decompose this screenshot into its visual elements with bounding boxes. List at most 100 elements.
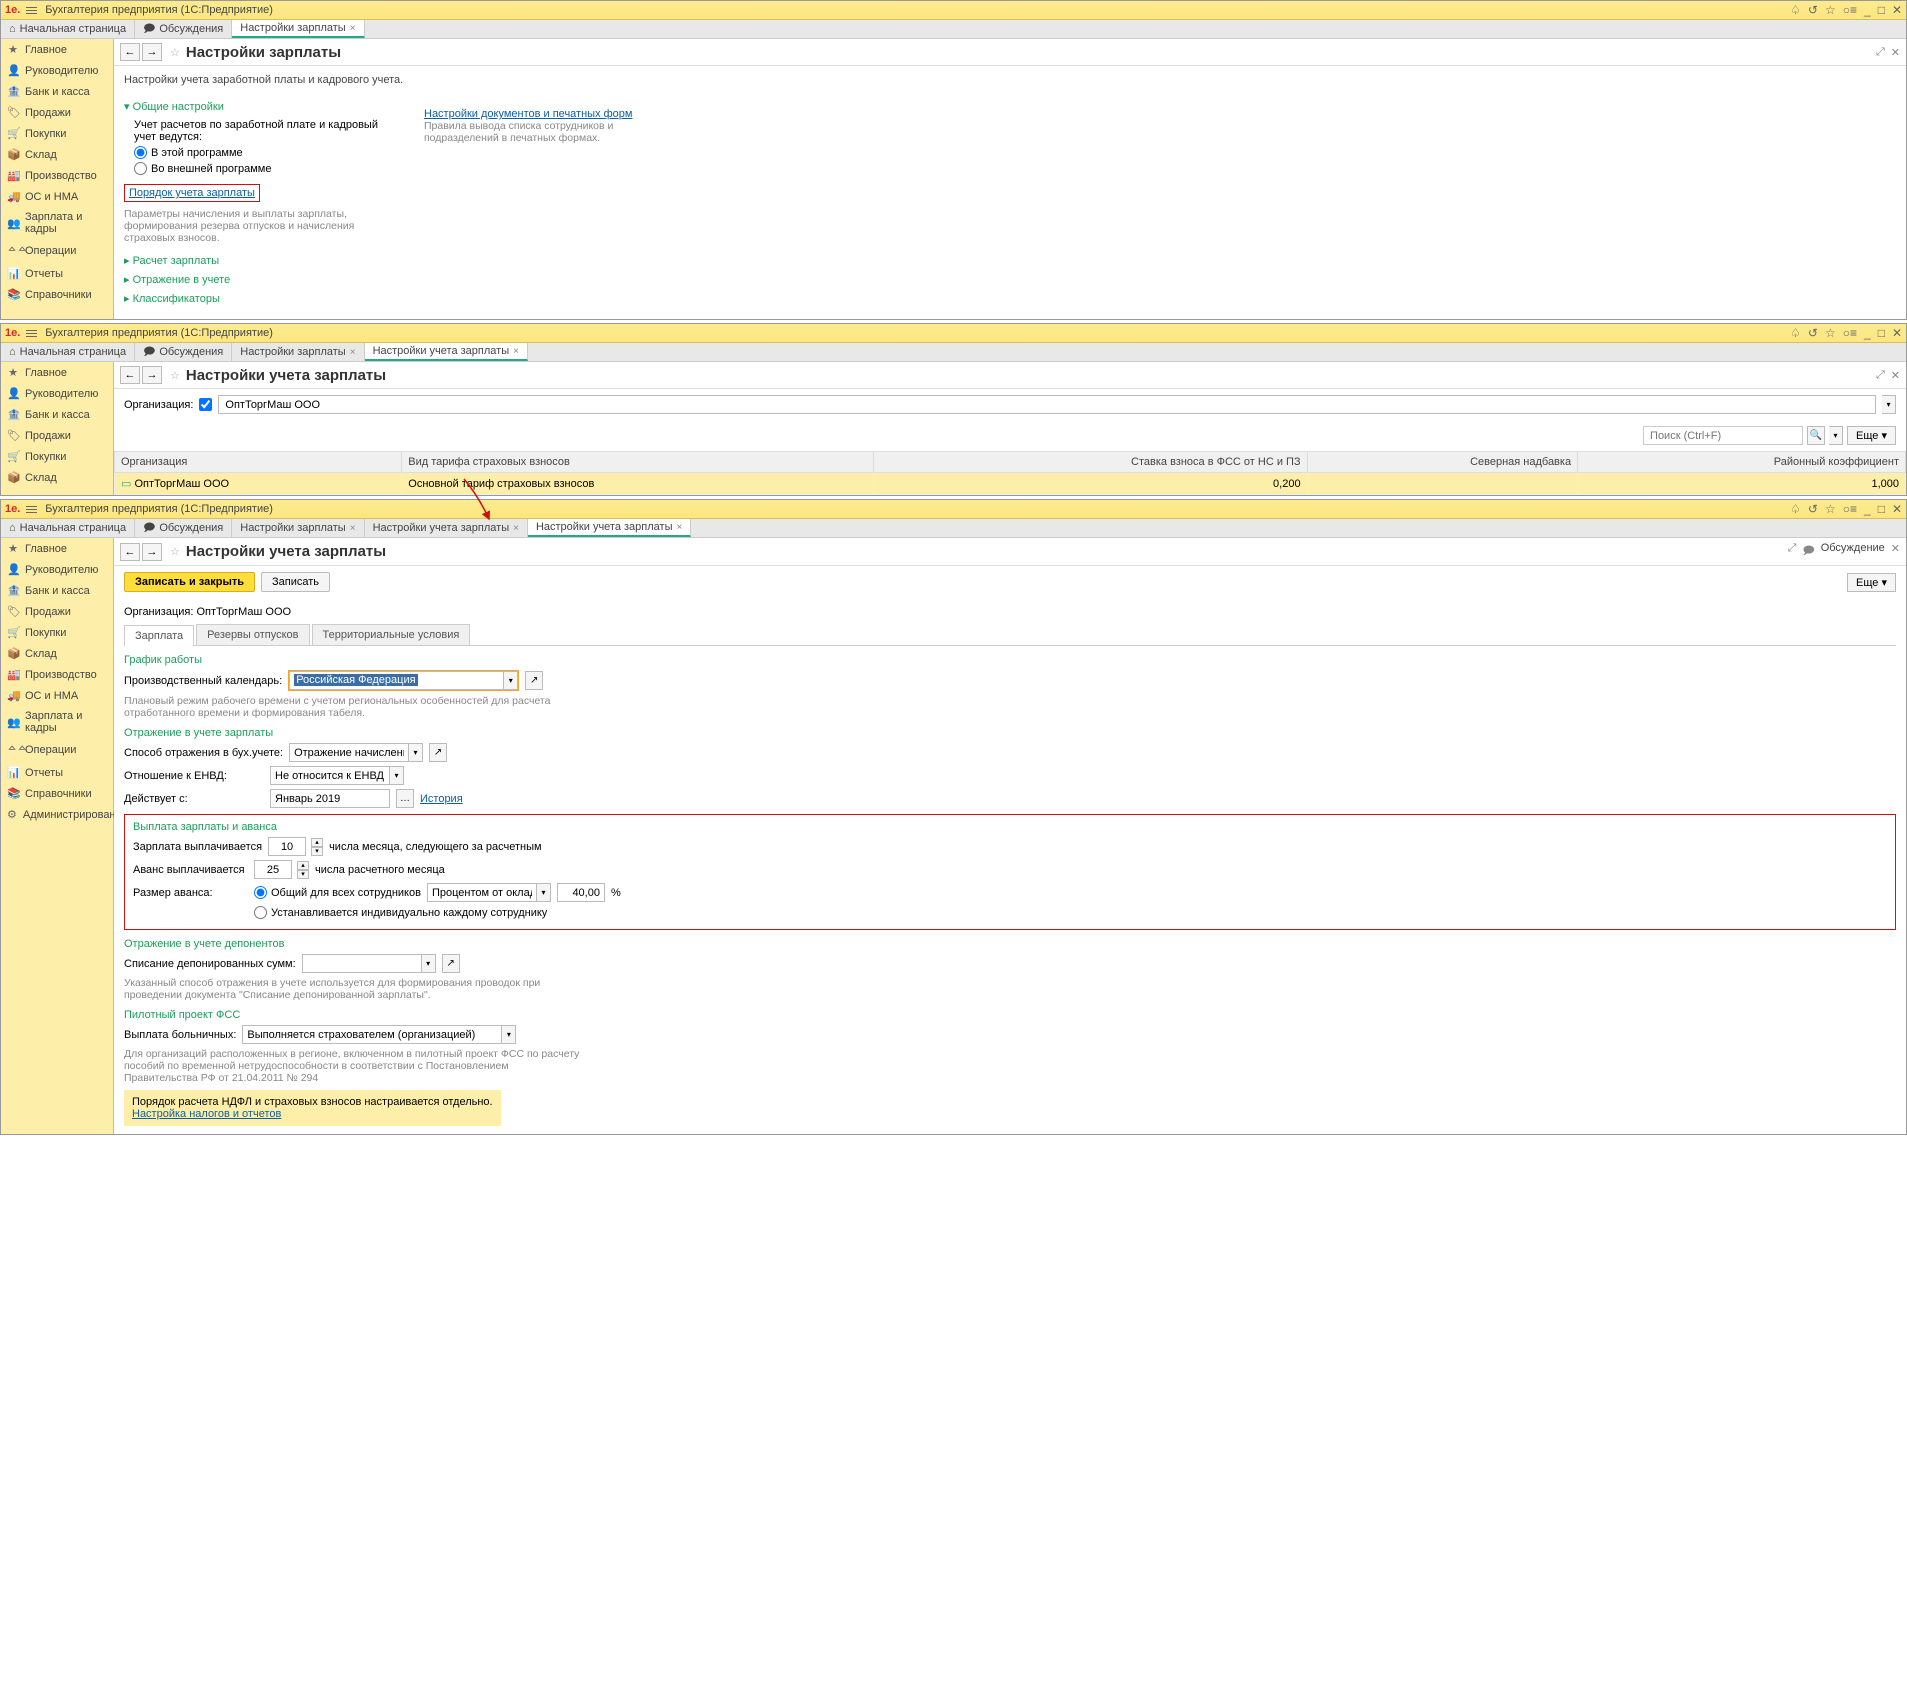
- close-content-icon[interactable]: ✕: [1891, 46, 1900, 59]
- favorite-icon[interactable]: ☆: [170, 545, 180, 558]
- sidebar-item-reports[interactable]: 📊Отчеты: [1, 762, 113, 783]
- open-icon[interactable]: ↗: [525, 671, 543, 690]
- menu-icon[interactable]: [26, 7, 37, 14]
- sidebar-item-production[interactable]: 🏭Производство: [1, 664, 113, 685]
- sidebar-item-admin[interactable]: ⚙Администрирование: [1, 804, 113, 825]
- maximize-icon[interactable]: □: [1878, 502, 1885, 516]
- close-icon[interactable]: ✕: [1892, 502, 1902, 516]
- col-coeff[interactable]: Районный коэффициент: [1578, 452, 1906, 473]
- more-button[interactable]: Еще ▾: [1847, 426, 1896, 445]
- tab-home[interactable]: ⌂Начальная страница: [1, 20, 135, 38]
- link-salary-accounting-order[interactable]: Порядок учета зарплаты: [129, 187, 255, 199]
- sidebar-item-production[interactable]: 🏭Производство: [1, 165, 113, 186]
- radio-external-program[interactable]: Во внешней программе: [134, 162, 394, 175]
- tab-salary-acct-settings-2[interactable]: Настройки учета зарплаты×: [528, 519, 691, 537]
- since-input[interactable]: [270, 789, 390, 808]
- more-button[interactable]: Еще ▾: [1847, 573, 1896, 592]
- settings-icon[interactable]: ○≡: [1843, 326, 1857, 340]
- subtab-territory[interactable]: Территориальные условия: [312, 624, 471, 645]
- tab-home[interactable]: ⌂Начальная страница: [1, 343, 135, 361]
- close-icon[interactable]: ✕: [1892, 3, 1902, 17]
- minimize-icon[interactable]: _: [1864, 326, 1871, 340]
- forward-button[interactable]: →: [142, 43, 162, 61]
- salary-day-input[interactable]: [268, 837, 306, 856]
- open-icon[interactable]: ↗: [429, 743, 447, 762]
- tab-close-icon[interactable]: ×: [350, 347, 356, 358]
- advance-pct-input[interactable]: [557, 883, 605, 902]
- sidebar-item-sales[interactable]: 🏷Продажи: [1, 601, 113, 622]
- sidebar-item-salary[interactable]: 👥Зарплата и кадры: [1, 207, 113, 239]
- subtab-salary[interactable]: Зарплата: [124, 625, 194, 646]
- sidebar-item-manager[interactable]: 👤Руководителю: [1, 60, 113, 81]
- minimize-icon[interactable]: _: [1864, 502, 1871, 516]
- dropdown-icon[interactable]: ▾: [504, 671, 518, 690]
- history-icon[interactable]: ↺: [1808, 3, 1818, 17]
- sidebar-item-sales[interactable]: 🏷Продажи: [1, 102, 113, 123]
- fss-select[interactable]: [242, 1025, 502, 1044]
- tab-home[interactable]: ⌂Начальная страница: [1, 519, 135, 537]
- dropdown-icon[interactable]: ▾: [1882, 395, 1896, 414]
- discuss-icon[interactable]: 🗩: [1802, 542, 1814, 561]
- menu-icon[interactable]: [26, 330, 37, 337]
- sidebar-item-bank[interactable]: 🏦Банк и касса: [1, 404, 113, 425]
- favorite-icon[interactable]: ☆: [170, 369, 180, 382]
- sidebar-item-bank[interactable]: 🏦Банк и касса: [1, 81, 113, 102]
- dep-select[interactable]: [302, 954, 422, 973]
- dropdown-icon[interactable]: ▾: [409, 743, 423, 762]
- tab-salary-acct-settings[interactable]: Настройки учета зарплаты×: [365, 519, 528, 537]
- history-link[interactable]: История: [420, 793, 463, 805]
- radio-advance-common[interactable]: Общий для всех сотрудников: [254, 886, 421, 899]
- search-input[interactable]: [1643, 426, 1803, 445]
- col-north[interactable]: Северная надбавка: [1307, 452, 1578, 473]
- refl-select[interactable]: [289, 743, 409, 762]
- link-icon[interactable]: ⤢: [1788, 542, 1797, 561]
- star-icon[interactable]: ☆: [1825, 326, 1836, 340]
- sidebar-item-main[interactable]: ★Главное: [1, 39, 113, 60]
- dropdown-icon[interactable]: ▾: [390, 766, 404, 785]
- sidebar-item-assets[interactable]: 🚚ОС и НМА: [1, 186, 113, 207]
- maximize-icon[interactable]: □: [1878, 326, 1885, 340]
- tab-close-icon[interactable]: ×: [350, 23, 356, 34]
- tab-salary-settings[interactable]: Настройки зарплаты×: [232, 20, 364, 38]
- back-button[interactable]: ←: [120, 366, 140, 384]
- radio-advance-individual[interactable]: Устанавливается индивидуально каждому со…: [254, 906, 547, 919]
- sidebar-item-manager[interactable]: 👤Руководителю: [1, 559, 113, 580]
- advance-mode-select[interactable]: [427, 883, 537, 902]
- star-icon[interactable]: ☆: [1825, 502, 1836, 516]
- sidebar-item-warehouse[interactable]: 📦Склад: [1, 643, 113, 664]
- sidebar-item-bank[interactable]: 🏦Банк и касса: [1, 580, 113, 601]
- close-content-icon[interactable]: ✕: [1891, 369, 1900, 382]
- sidebar-item-sales[interactable]: 🏷Продажи: [1, 425, 113, 446]
- close-content-icon[interactable]: ✕: [1891, 542, 1900, 561]
- settings-icon[interactable]: ○≡: [1843, 502, 1857, 516]
- envd-select[interactable]: [270, 766, 390, 785]
- sidebar-item-operations[interactable]: ᅀᅀОперации: [1, 239, 113, 263]
- section-reflection[interactable]: Отражение в учете: [124, 273, 394, 286]
- link-icon[interactable]: ⤢: [1876, 46, 1885, 59]
- settings-icon[interactable]: ○≡: [1843, 3, 1857, 17]
- sidebar-item-purchases[interactable]: 🛒Покупки: [1, 446, 113, 467]
- spin-buttons[interactable]: ▴▾: [311, 838, 323, 856]
- favorite-icon[interactable]: ☆: [170, 46, 180, 59]
- tab-salary-acct-settings[interactable]: Настройки учета зарплаты×: [365, 343, 528, 361]
- advance-day-input[interactable]: [254, 860, 292, 879]
- star-icon[interactable]: ☆: [1825, 3, 1836, 17]
- radio-this-program[interactable]: В этой программе: [134, 146, 394, 159]
- forward-button[interactable]: →: [142, 366, 162, 384]
- sidebar-item-assets[interactable]: 🚚ОС и НМА: [1, 685, 113, 706]
- tab-discuss[interactable]: 🗩Обсуждения: [135, 343, 232, 361]
- dropdown-icon[interactable]: ▾: [422, 954, 436, 973]
- menu-icon[interactable]: [26, 506, 37, 513]
- link-icon[interactable]: ⤢: [1876, 369, 1885, 382]
- subtab-reserves[interactable]: Резервы отпусков: [196, 624, 309, 645]
- calendar-select[interactable]: Российская Федерация: [289, 671, 504, 690]
- search-dropdown-icon[interactable]: ▾: [1829, 426, 1843, 445]
- tab-discuss[interactable]: 🗩Обсуждения: [135, 20, 232, 38]
- sidebar-item-purchases[interactable]: 🛒Покупки: [1, 622, 113, 643]
- ellipsis-icon[interactable]: …: [396, 789, 414, 808]
- sidebar-item-warehouse[interactable]: 📦Склад: [1, 144, 113, 165]
- history-icon[interactable]: ↺: [1808, 326, 1818, 340]
- dropdown-icon[interactable]: ▾: [502, 1025, 516, 1044]
- sidebar-item-manager[interactable]: 👤Руководителю: [1, 383, 113, 404]
- discuss-label[interactable]: Обсуждение: [1821, 542, 1885, 561]
